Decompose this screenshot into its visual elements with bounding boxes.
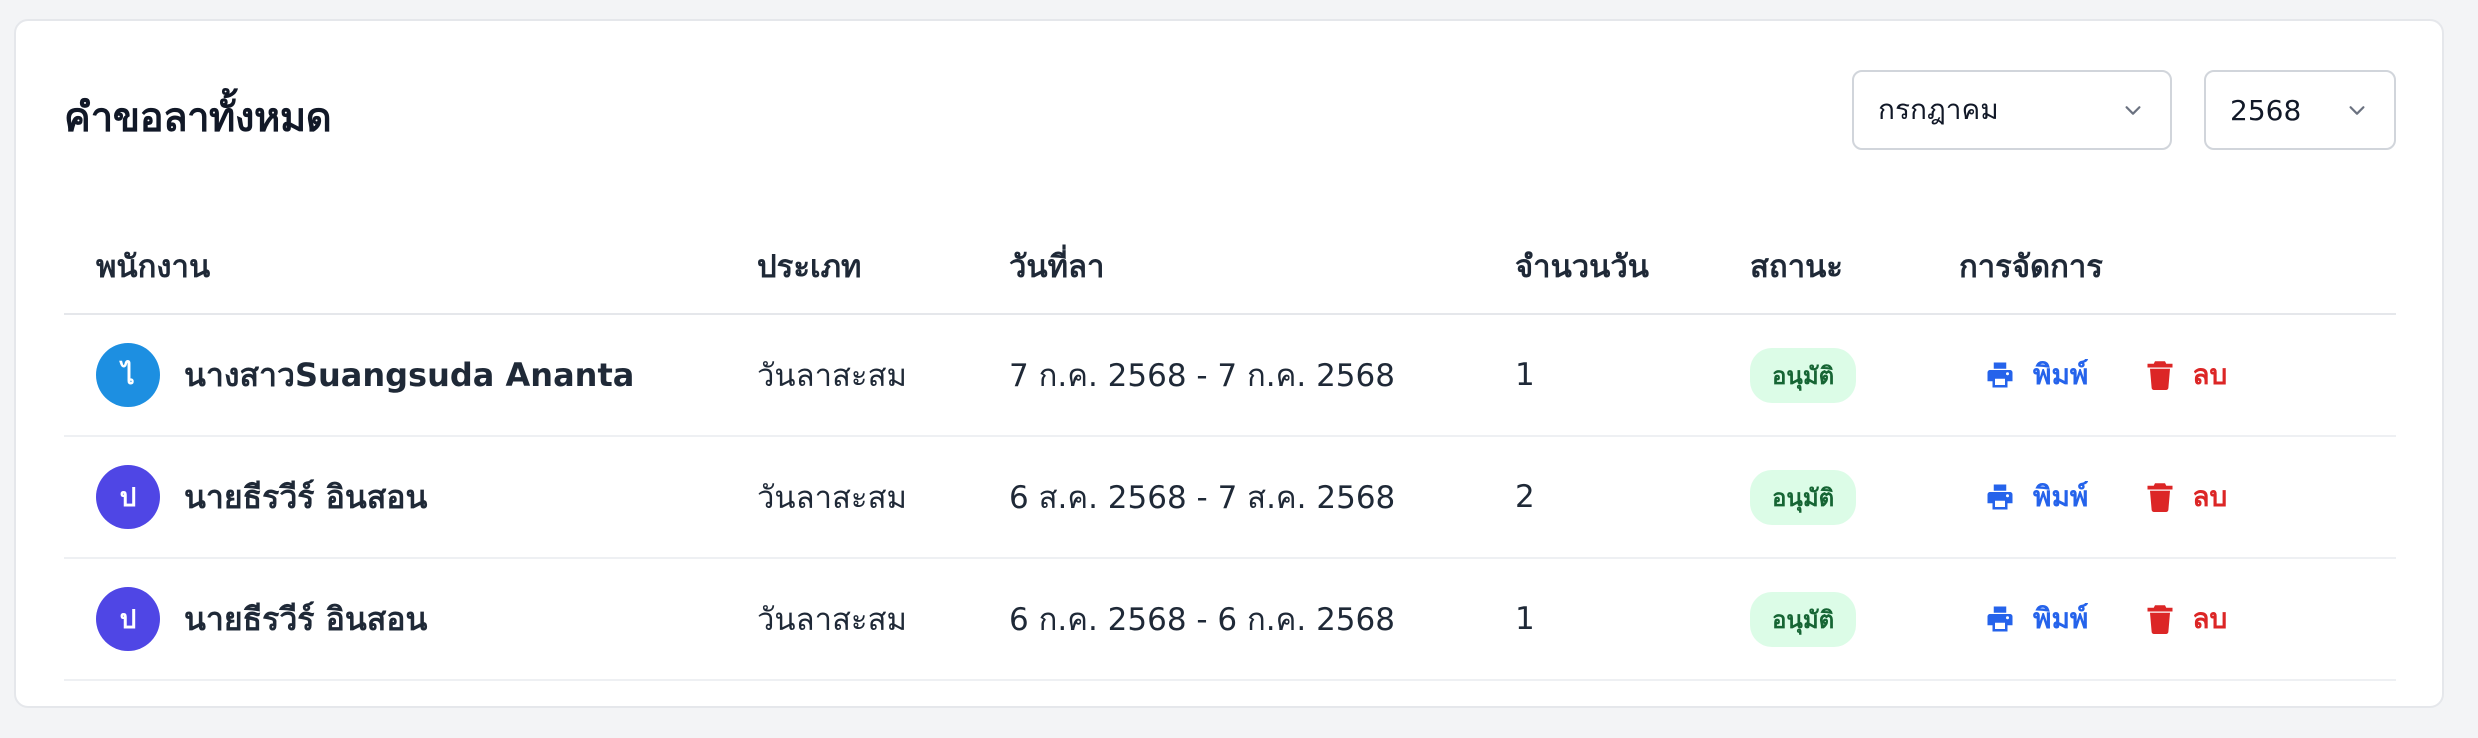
page-title: คำขอลาทั้งหมด <box>64 95 332 141</box>
status-cell: อนุมัติ <box>1750 315 1857 435</box>
employee-cell: ไ นางสาวSuangsuda Ananta <box>96 315 634 435</box>
leave-dates: 7 ก.ค. 2568 - 7 ก.ค. 2568 <box>1009 358 1395 394</box>
print-label: พิมพ์ <box>2033 358 2089 391</box>
actions-cell: พิมพ์ ลบ <box>1959 315 2227 435</box>
actions-cell: พิมพ์ ลบ <box>1959 559 2227 679</box>
trash-icon <box>2147 605 2173 634</box>
print-label: พิมพ์ <box>2033 480 2089 513</box>
print-button[interactable]: พิมพ์ <box>1985 475 2088 519</box>
table-row: ป นายธีรวีร์ อินสอน วันลาสะสม 6 ส.ค. 256… <box>64 437 2396 559</box>
leave-type: วันลาสะสม <box>757 602 907 638</box>
column-header-type: ประเภท <box>757 249 862 285</box>
table-row: ป นายธีรวีร์ อินสอน วันลาสะสม 6 ก.ค. 256… <box>64 559 2396 681</box>
employee-name: นายธีรวีร์ อินสอน <box>184 477 428 516</box>
avatar-initial: ป <box>119 482 137 513</box>
leave-requests-table: พนักงาน ประเภท วันที่ลา จำนวนวัน สถานะ ก… <box>64 213 2396 681</box>
chevron-down-icon <box>2349 106 2365 115</box>
trash-icon <box>2147 483 2173 512</box>
leave-dates: 6 ก.ค. 2568 - 6 ก.ค. 2568 <box>1009 602 1395 638</box>
printer-icon <box>1987 362 2013 388</box>
status-badge: อนุมัติ <box>1750 591 1857 647</box>
month-select-value: กรกฎาคม <box>1878 93 1999 126</box>
delete-label: ลบ <box>2192 480 2228 513</box>
delete-button[interactable]: ลบ <box>2146 353 2227 397</box>
table-body: ไ นางสาวSuangsuda Ananta วันลาสะสม 7 ก.ค… <box>64 315 2396 681</box>
actions-cell: พิมพ์ ลบ <box>1959 437 2227 557</box>
avatar: ไ <box>96 343 160 407</box>
employee-name: นายธีรวีร์ อินสอน <box>184 599 428 638</box>
column-header-actions: การจัดการ <box>1959 249 2103 285</box>
month-select[interactable]: กรกฎาคม <box>1852 70 2172 150</box>
status-cell: อนุมัติ <box>1750 437 1857 557</box>
leave-days: 1 <box>1515 357 1535 393</box>
print-button[interactable]: พิมพ์ <box>1985 353 2088 397</box>
year-select-value: 2568 <box>2230 93 2302 127</box>
status-badge: อนุมัติ <box>1750 347 1857 403</box>
year-select[interactable]: 2568 <box>2204 70 2396 150</box>
column-header-employee: พนักงาน <box>96 249 211 285</box>
print-button[interactable]: พิมพ์ <box>1985 597 2088 641</box>
delete-button[interactable]: ลบ <box>2146 475 2227 519</box>
column-header-dates: วันที่ลา <box>1009 249 1105 285</box>
leave-dates: 6 ส.ค. 2568 - 7 ส.ค. 2568 <box>1009 480 1396 516</box>
column-header-status: สถานะ <box>1750 249 1843 285</box>
avatar: ป <box>96 587 160 651</box>
leave-days: 1 <box>1515 601 1535 637</box>
printer-icon <box>1987 484 2013 510</box>
status-cell: อนุมัติ <box>1750 559 1857 679</box>
avatar-initial: ป <box>119 604 137 635</box>
status-badge: อนุมัติ <box>1750 469 1857 525</box>
chevron-down-icon <box>2125 106 2141 115</box>
table-row: ไ นางสาวSuangsuda Ananta วันลาสะสม 7 ก.ค… <box>64 315 2396 437</box>
employee-cell: ป นายธีรวีร์ อินสอน <box>96 437 427 557</box>
avatar: ป <box>96 465 160 529</box>
printer-icon <box>1987 606 2013 632</box>
leave-type: วันลาสะสม <box>757 480 907 516</box>
print-label: พิมพ์ <box>2033 602 2089 635</box>
delete-label: ลบ <box>2192 358 2228 391</box>
trash-icon <box>2147 361 2173 390</box>
delete-label: ลบ <box>2192 602 2228 635</box>
employee-name: นางสาวSuangsuda Ananta <box>184 355 635 394</box>
avatar-initial: ไ <box>121 360 135 391</box>
table-header: พนักงาน ประเภท วันที่ลา จำนวนวัน สถานะ ก… <box>64 213 2396 315</box>
leave-days: 2 <box>1515 479 1535 515</box>
employee-cell: ป นายธีรวีร์ อินสอน <box>96 559 427 679</box>
column-header-days: จำนวนวัน <box>1515 249 1649 285</box>
leave-requests-card: คำขอลาทั้งหมด กรกฎาคม 2568 พนักงาน ประเภ… <box>14 19 2444 708</box>
delete-button[interactable]: ลบ <box>2146 597 2227 641</box>
leave-type: วันลาสะสม <box>757 358 907 394</box>
